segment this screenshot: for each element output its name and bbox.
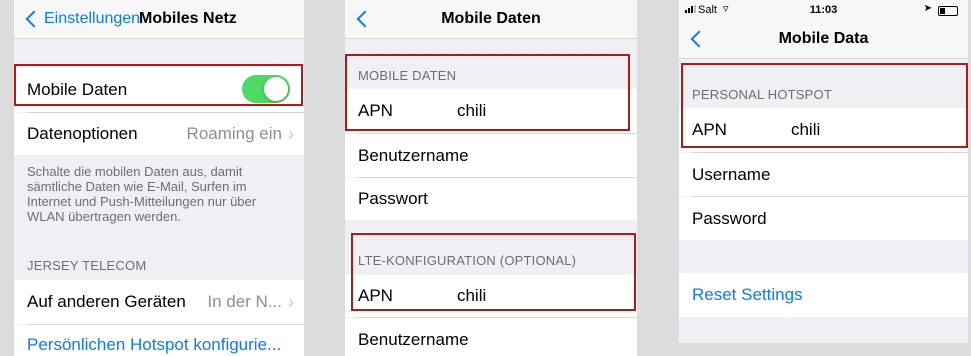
reset-row[interactable]: Reset Settings xyxy=(679,273,968,317)
lte-username-row[interactable]: Benutzername xyxy=(345,318,637,356)
username-label: Benutzername xyxy=(358,145,469,165)
back-button[interactable]: Einstellungen xyxy=(24,10,140,28)
other-devices-row[interactable]: Auf anderen Geräten In der N... › xyxy=(14,280,304,324)
lte-username-label: Benutzername xyxy=(358,330,469,349)
chevron-left-icon xyxy=(25,10,43,28)
password-label: Password xyxy=(692,208,767,228)
highlight-box xyxy=(681,63,968,148)
reset-settings-button[interactable]: Reset Settings xyxy=(692,285,803,305)
status-bar: Salt ▿ 11:03 ➤ xyxy=(679,0,968,20)
hotspot-link[interactable]: Persönlichen Hotspot konfigurie... xyxy=(27,335,281,355)
section-header-carrier: JERSEY TELECOM xyxy=(27,258,147,273)
highlight-box xyxy=(345,54,630,131)
mobile-data-hotspot-screen: Salt ▿ 11:03 ➤ Mobile Data PERSONAL HOTS… xyxy=(679,0,968,343)
password-row[interactable]: Passwort xyxy=(345,178,637,220)
mobile-network-screen: Einstellungen Mobiles Netz Mobile Daten … xyxy=(14,0,304,356)
chevron-right-icon: › xyxy=(288,123,294,144)
password-row[interactable]: Password xyxy=(679,197,968,240)
data-options-label: Datenoptionen xyxy=(27,124,138,143)
hotspot-row[interactable]: Persönlichen Hotspot konfigurie... xyxy=(14,325,304,356)
username-row[interactable]: Benutzername xyxy=(345,134,637,177)
page-title: Mobile Daten xyxy=(441,10,541,27)
nav-bar: Einstellungen Mobiles Netz xyxy=(14,0,304,39)
highlight-box xyxy=(351,233,636,311)
page-title: Mobile Data xyxy=(778,30,869,47)
location-icon: ➤ xyxy=(923,3,932,14)
chevron-right-icon: › xyxy=(288,291,294,312)
data-options-row[interactable]: Datenoptionen Roaming ein › xyxy=(14,113,304,155)
mobile-data-footer: Schalte die mobilen Daten aus, damit säm… xyxy=(27,164,257,224)
password-label: Passwort xyxy=(358,189,428,208)
other-devices-value: In der N... xyxy=(207,292,282,311)
page-title: Mobiles Netz xyxy=(139,10,237,27)
data-options-value: Roaming ein xyxy=(186,124,282,143)
other-devices-label: Auf anderen Geräten xyxy=(27,292,186,311)
back-label: Einstellungen xyxy=(44,10,141,27)
highlight-box xyxy=(14,64,303,106)
nav-bar: Mobile Daten xyxy=(345,0,637,39)
username-row[interactable]: Username xyxy=(679,153,968,196)
battery-icon xyxy=(938,6,958,16)
mobile-data-screen: Mobile Daten MOBILE DATEN APN chili Benu… xyxy=(345,0,637,356)
nav-bar: Mobile Data xyxy=(679,20,968,59)
username-label: Username xyxy=(692,164,771,184)
